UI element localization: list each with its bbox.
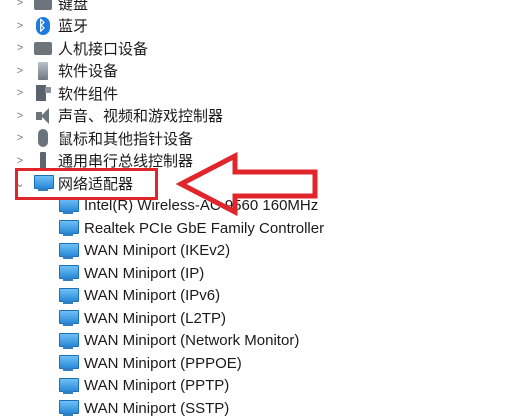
tree-item-software-components[interactable]: > 软件组件: [0, 82, 525, 105]
adapter-item[interactable]: WAN Miniport (IPv6): [0, 285, 525, 308]
adapter-label: WAN Miniport (L2TP): [84, 309, 226, 327]
chevron-right-icon[interactable]: >: [13, 154, 27, 168]
software-device-icon: [33, 61, 53, 81]
adapter-label: WAN Miniport (PPTP): [84, 377, 230, 395]
adapter-label: WAN Miniport (IKEv2): [84, 242, 231, 260]
adapter-label: WAN Miniport (SSTP): [84, 399, 230, 417]
chevron-right-icon[interactable]: >: [13, 19, 27, 33]
bluetooth-icon: [33, 16, 53, 36]
adapter-item[interactable]: Realtek PCIe GbE Family Controller: [0, 217, 525, 240]
network-adapter-icon: [58, 331, 79, 351]
adapter-item[interactable]: WAN Miniport (IP): [0, 262, 525, 285]
software-component-icon: [33, 83, 53, 103]
mouse-icon: [33, 128, 53, 148]
adapter-label: Realtek PCIe GbE Family Controller: [84, 219, 325, 237]
network-adapter-icon: [58, 308, 79, 328]
tree-item-label: 声音、视频和游戏控制器: [58, 108, 224, 126]
adapter-item[interactable]: WAN Miniport (L2TP): [0, 307, 525, 330]
keyboard-icon: [33, 0, 53, 13]
chevron-right-icon[interactable]: >: [13, 131, 27, 145]
chevron-right-icon[interactable]: >: [13, 41, 27, 55]
adapter-label: WAN Miniport (IPv6): [84, 287, 221, 305]
tree-item-label: 软件组件: [58, 85, 119, 103]
hid-icon: [33, 38, 53, 58]
tree-item-label: 键盘: [58, 0, 89, 13]
adapter-item[interactable]: WAN Miniport (Network Monitor): [0, 330, 525, 353]
tree-item-label: 人机接口设备: [58, 40, 149, 58]
network-adapter-icon: [58, 376, 79, 396]
chevron-right-icon[interactable]: >: [13, 64, 27, 78]
chevron-right-icon[interactable]: >: [13, 86, 27, 100]
tree-item-bluetooth[interactable]: > 蓝牙: [0, 15, 525, 38]
tree-item-keyboard[interactable]: > 键盘: [0, 0, 525, 15]
tree-item-label: 鼠标和其他指针设备: [58, 130, 194, 148]
network-adapter-icon: [58, 263, 79, 283]
adapter-label: WAN Miniport (Network Monitor): [84, 332, 300, 350]
network-adapter-icon: [58, 241, 79, 261]
tree-item-label: 蓝牙: [58, 18, 89, 36]
audio-icon: [33, 106, 53, 126]
adapter-label: WAN Miniport (IP): [84, 264, 205, 282]
network-adapter-icon: [58, 286, 79, 306]
annotation-arrow-icon: [175, 151, 318, 217]
tree-item-mouse[interactable]: > 鼠标和其他指针设备: [0, 127, 525, 150]
highlight-box: [15, 168, 158, 200]
tree-item-audio[interactable]: > 声音、视频和游戏控制器: [0, 105, 525, 128]
tree-item-hid[interactable]: > 人机接口设备: [0, 37, 525, 60]
chevron-right-icon[interactable]: >: [13, 0, 27, 10]
tree-item-label: 软件设备: [58, 63, 119, 81]
tree-item-software-devices[interactable]: > 软件设备: [0, 60, 525, 83]
chevron-right-icon[interactable]: >: [13, 109, 27, 123]
network-adapter-icon: [58, 353, 79, 373]
adapter-item[interactable]: WAN Miniport (PPPOE): [0, 352, 525, 375]
adapter-item[interactable]: WAN Miniport (IKEv2): [0, 240, 525, 263]
network-adapter-icon: [58, 398, 79, 418]
adapter-item[interactable]: WAN Miniport (PPTP): [0, 375, 525, 398]
adapter-item[interactable]: WAN Miniport (SSTP): [0, 397, 525, 420]
network-adapter-icon: [58, 218, 79, 238]
adapter-label: WAN Miniport (PPPOE): [84, 354, 242, 372]
